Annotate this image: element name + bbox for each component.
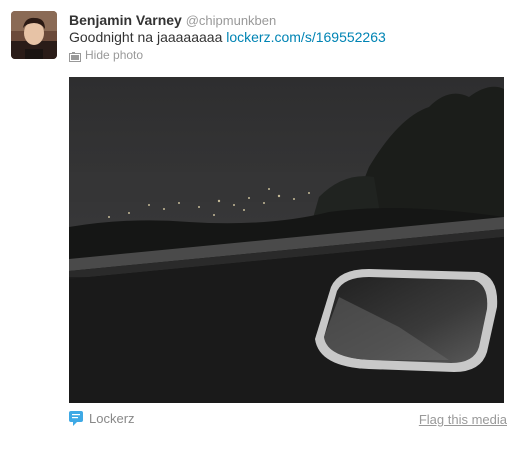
media-photo[interactable] xyxy=(69,77,504,403)
hide-photo-label: Hide photo xyxy=(85,48,144,62)
user-handle[interactable]: @chipmunkben xyxy=(186,13,277,28)
tweet-text: Goodnight na jaaaaaaaa lockerz.com/s/169… xyxy=(69,28,386,47)
tweet-link[interactable]: lockerz.com/s/169552263 xyxy=(226,29,386,45)
provider-label: Lockerz xyxy=(89,411,135,426)
photo-icon xyxy=(69,50,81,62)
media-provider[interactable]: Lockerz xyxy=(69,411,135,426)
speech-bubble-icon xyxy=(69,411,83,426)
flag-media-link[interactable]: Flag this media xyxy=(419,412,507,427)
hide-photo-button[interactable]: Hide photo xyxy=(69,47,143,63)
user-fullname[interactable]: Benjamin Varney xyxy=(69,12,182,28)
avatar[interactable] xyxy=(11,11,57,59)
tweet-message: Goodnight na jaaaaaaaa xyxy=(69,29,223,45)
